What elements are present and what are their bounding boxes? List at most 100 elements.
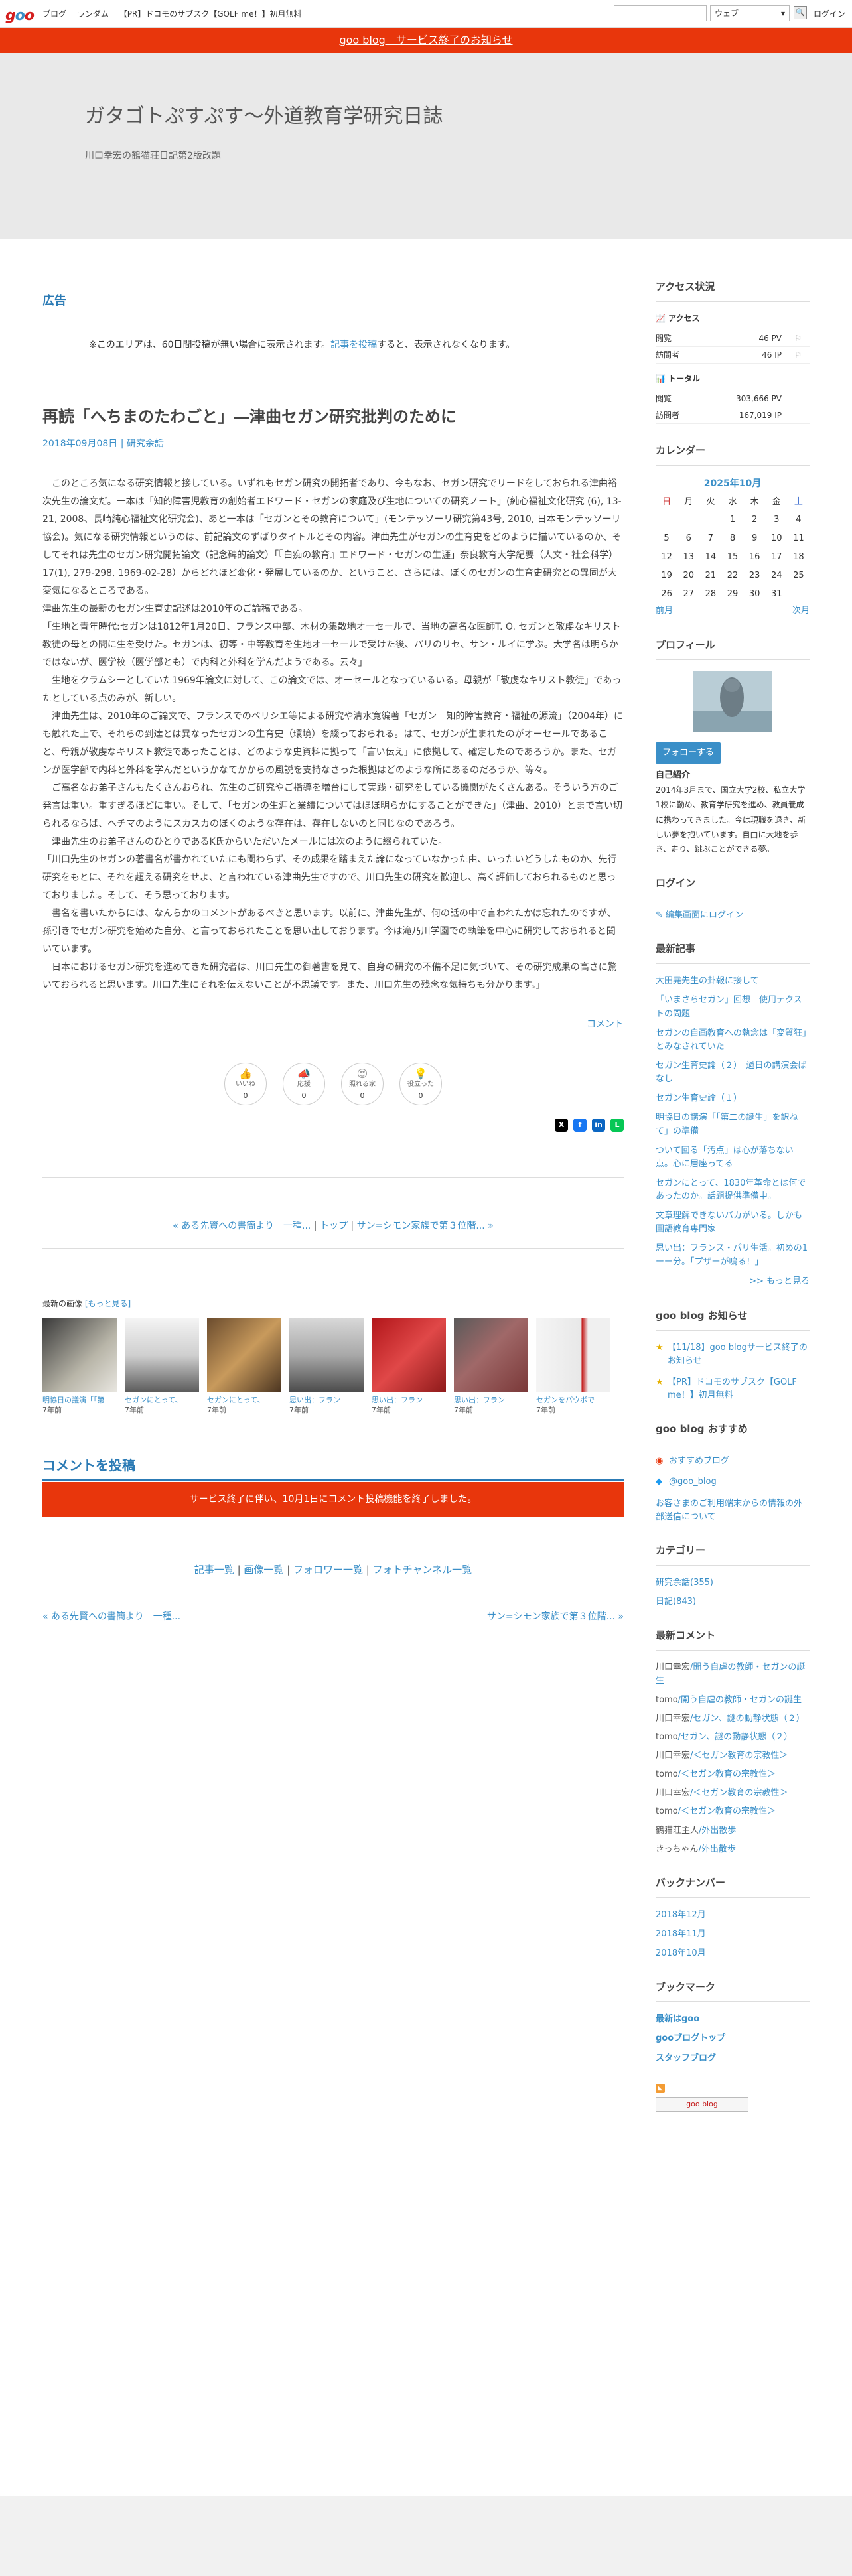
recent-image-item[interactable]: 思い出：フラン 7年前 (454, 1318, 528, 1415)
prev-article-link[interactable]: « ある先賢への書簡より 一種... (42, 1609, 180, 1624)
comment-article-link[interactable]: /外出散歩 (698, 1844, 735, 1854)
recent-image-item[interactable]: 思い出：フラン 7年前 (372, 1318, 446, 1415)
nav-prev-link[interactable]: « ある先賢への書簡より 一種... (173, 1221, 311, 1231)
recent-image-item[interactable]: 思い出：フラン 7年前 (289, 1318, 364, 1415)
recent-article-link[interactable]: ついて回る「汚点」は心が落ちない点。心に居座ってる (656, 1144, 810, 1171)
facebook-share-icon[interactable]: f (573, 1118, 587, 1132)
top-link-random[interactable]: ランダム (77, 9, 109, 19)
thumbnail-image[interactable] (536, 1318, 610, 1393)
recent-article-link[interactable]: 思い出：フランス・パリ生活。初めの1ーー分。「プザーが鳴る！」 (656, 1242, 810, 1268)
top-link-pr[interactable]: 【PR】ドコモのサブスク【GOLF me！】初月無料 (119, 9, 302, 19)
category-link[interactable]: 日記(843) (656, 1595, 810, 1609)
thumbnail-caption[interactable]: 思い出：フラン (372, 1395, 446, 1405)
thumbnail-image[interactable] (372, 1318, 446, 1393)
comment-link[interactable]: コメント (587, 1019, 624, 1030)
recent-image-item[interactable]: セガンにとって、 7年前 (207, 1318, 281, 1415)
comment-article-link[interactable]: /外出散歩 (699, 1826, 736, 1836)
thumbnail-image[interactable] (207, 1318, 281, 1393)
goo-blog-badge[interactable]: goo blog (656, 2096, 748, 2112)
search-button[interactable]: 🔍 (794, 6, 807, 19)
nav-next-link[interactable]: サン=シモン家族で第３位階... » (357, 1221, 494, 1231)
reaction-useful-button[interactable]: 💡 役立った 0 (399, 1062, 442, 1105)
recent-article-link[interactable]: 明協日の講演「「第二の誕生」を訳ねて」の準備 (656, 1111, 810, 1138)
comment-article-link[interactable]: /開う自虐の教師・セガンの誕生 (678, 1695, 802, 1705)
service-end-link[interactable]: goo blog サービス終了のお知らせ (339, 34, 512, 46)
news-link[interactable]: 【11/18】goo blogサービス終了のお知らせ (656, 1341, 810, 1368)
comment-article-link[interactable]: /＜セガン教育の宗教性＞ (690, 1751, 788, 1761)
edit-login-link[interactable]: ✎ 編集画面にログイン (656, 909, 810, 922)
bookmark-link[interactable]: 最新はgoo (656, 2013, 810, 2026)
post-article-link[interactable]: 記事を投稿 (330, 340, 377, 350)
photo-channels-link[interactable]: フォトチャンネル一覧 (373, 1564, 472, 1576)
data-sending-link[interactable]: お客さまのご利用端末からの情報の外部送信について (656, 1497, 810, 1524)
backnumber-link[interactable]: 2018年12月 (656, 1909, 810, 1922)
recent-article-link[interactable]: セガンにとって、1830年革命とは何であったのか。話題提供準備中。 (656, 1177, 810, 1203)
rss-icon[interactable]: ◣ (656, 2083, 665, 2093)
recommend-link[interactable]: ◉ おすすめブログ (656, 1455, 810, 1469)
comment-article-link[interactable]: /＜セガン教育の宗教性＞ (678, 1806, 776, 1816)
next-article-link[interactable]: サン=シモン家族で第３位階... » (487, 1609, 624, 1624)
recent-article-link[interactable]: 文章理解できないバカがいる。しかも国語教育専門家 (656, 1209, 810, 1236)
calendar-next-link[interactable]: 次月 (792, 604, 810, 618)
calendar-prev-link[interactable]: 前月 (656, 604, 673, 618)
thumbnail-image[interactable] (454, 1318, 528, 1393)
comment-article-link[interactable]: /＜セガン教育の宗教性＞ (678, 1769, 776, 1779)
thumbnail-caption[interactable]: セガンをパウボで (536, 1395, 610, 1405)
bookmark-link[interactable]: スタッフブログ (656, 2052, 810, 2065)
ranking-icon[interactable]: ⚐ (782, 330, 802, 346)
bookmark-link[interactable]: gooブログトップ (656, 2032, 810, 2045)
all-images-link[interactable]: 画像一覧 (244, 1564, 283, 1576)
login-link[interactable]: ログイン (814, 8, 845, 21)
followers-link[interactable]: フォロワー一覧 (293, 1564, 363, 1576)
line-share-icon[interactable]: L (610, 1118, 624, 1132)
thumbnail-image[interactable] (42, 1318, 117, 1393)
thumbnail-caption[interactable]: セガンにとって、 (125, 1395, 199, 1405)
nav-top-link[interactable]: トップ (320, 1221, 348, 1231)
recent-image-item[interactable]: 明協日の議演「「第 7年前 (42, 1318, 117, 1415)
thumbnail-caption[interactable]: 明協日の議演「「第 (42, 1395, 117, 1405)
thumbnail-image[interactable] (289, 1318, 364, 1393)
reaction-cheer-button[interactable]: 📣 応援 0 (283, 1062, 325, 1105)
comment-article-link[interactable]: /＜セガン教育の宗教性＞ (690, 1788, 788, 1798)
article-title[interactable]: 再読「へちまのたわごと」―津曲セガン研究批判のために (42, 404, 624, 429)
recommend-link[interactable]: ◆ @goo_blog (656, 1475, 810, 1489)
recent-image-item[interactable]: セガンをパウボで 7年前 (536, 1318, 610, 1415)
blog-title[interactable]: ガタゴトぷすぷす〜外道教育学研究日誌 (85, 101, 852, 133)
article-nav: « ある先賢への書簡より 一種... | トップ | サン=シモン家族で第３位階… (173, 1220, 494, 1231)
recent-article-link[interactable]: セガン生育史論（２） 過日の講演会ばなし (656, 1059, 810, 1086)
backnumber-link[interactable]: 2018年11月 (656, 1928, 810, 1941)
reaction-count: 0 (243, 1091, 248, 1100)
recent-images-more-link[interactable]: [もっと見る] (85, 1299, 131, 1308)
reaction-love-button[interactable]: 😍 照れる家 0 (341, 1062, 384, 1105)
comment-closed-link[interactable]: サービス終了に伴い、10月1日にコメント投稿機能を終了しました。 (190, 1494, 477, 1505)
search-scope-select[interactable]: ウェブ (710, 5, 790, 21)
thumbnail-caption[interactable]: セガンにとって、 (207, 1395, 281, 1405)
thumbnail-caption[interactable]: 思い出：フラン (454, 1395, 528, 1405)
all-articles-link[interactable]: 記事一覧 (194, 1564, 234, 1576)
category-link[interactable]: 研究余話(355) (656, 1576, 810, 1590)
recent-articles-list: 大田堯先生の卦報に接して 「いまさらセガン」回想 使用テクストの問題 セガンの自… (656, 975, 810, 1269)
thumbnail-image[interactable] (125, 1318, 199, 1393)
recent-more-link[interactable]: >> もっと見る (749, 1276, 810, 1286)
recent-image-item[interactable]: セガンにとって、 7年前 (125, 1318, 199, 1415)
comment-article-link[interactable]: /セガン、謎の動静状態（２） (690, 1714, 805, 1724)
recent-article-link[interactable]: 「いまさらセガン」回想 使用テクストの問題 (656, 994, 810, 1020)
comment-article-link[interactable]: /セガン、謎の動静状態（２） (678, 1732, 793, 1742)
search-input[interactable] (614, 5, 707, 21)
article-category[interactable]: 研究余話 (127, 439, 164, 449)
backnumber-list[interactable]: 2018年12月 2018年11月 2018年10月 (656, 1909, 810, 1960)
ranking-icon[interactable]: ⚐ (782, 347, 802, 363)
recent-article-link[interactable]: セガンの自画教育への執念は「変質狂」とみなされていた (656, 1027, 810, 1053)
backnumber-link[interactable]: 2018年10月 (656, 1947, 810, 1960)
thumbnail-caption[interactable]: 思い出：フラン (289, 1395, 364, 1405)
hatena-share-icon[interactable]: in (592, 1118, 605, 1132)
recent-article-link[interactable]: 大田堯先生の卦報に接して (656, 975, 810, 988)
top-link-blog[interactable]: ブログ (42, 9, 66, 19)
reaction-like-button[interactable]: 👍 いいね 0 (224, 1062, 267, 1105)
recent-article-link[interactable]: セガン生育史論（１） (656, 1092, 810, 1105)
news-link[interactable]: 【PR】ドコモのサブスク【GOLF me！】初月無料 (656, 1376, 810, 1402)
x-share-icon[interactable]: X (555, 1118, 568, 1132)
article-date[interactable]: 2018年09月08日 (42, 439, 117, 449)
goo-logo[interactable]: goo (5, 4, 35, 27)
follow-button[interactable]: フォローする (656, 742, 721, 764)
